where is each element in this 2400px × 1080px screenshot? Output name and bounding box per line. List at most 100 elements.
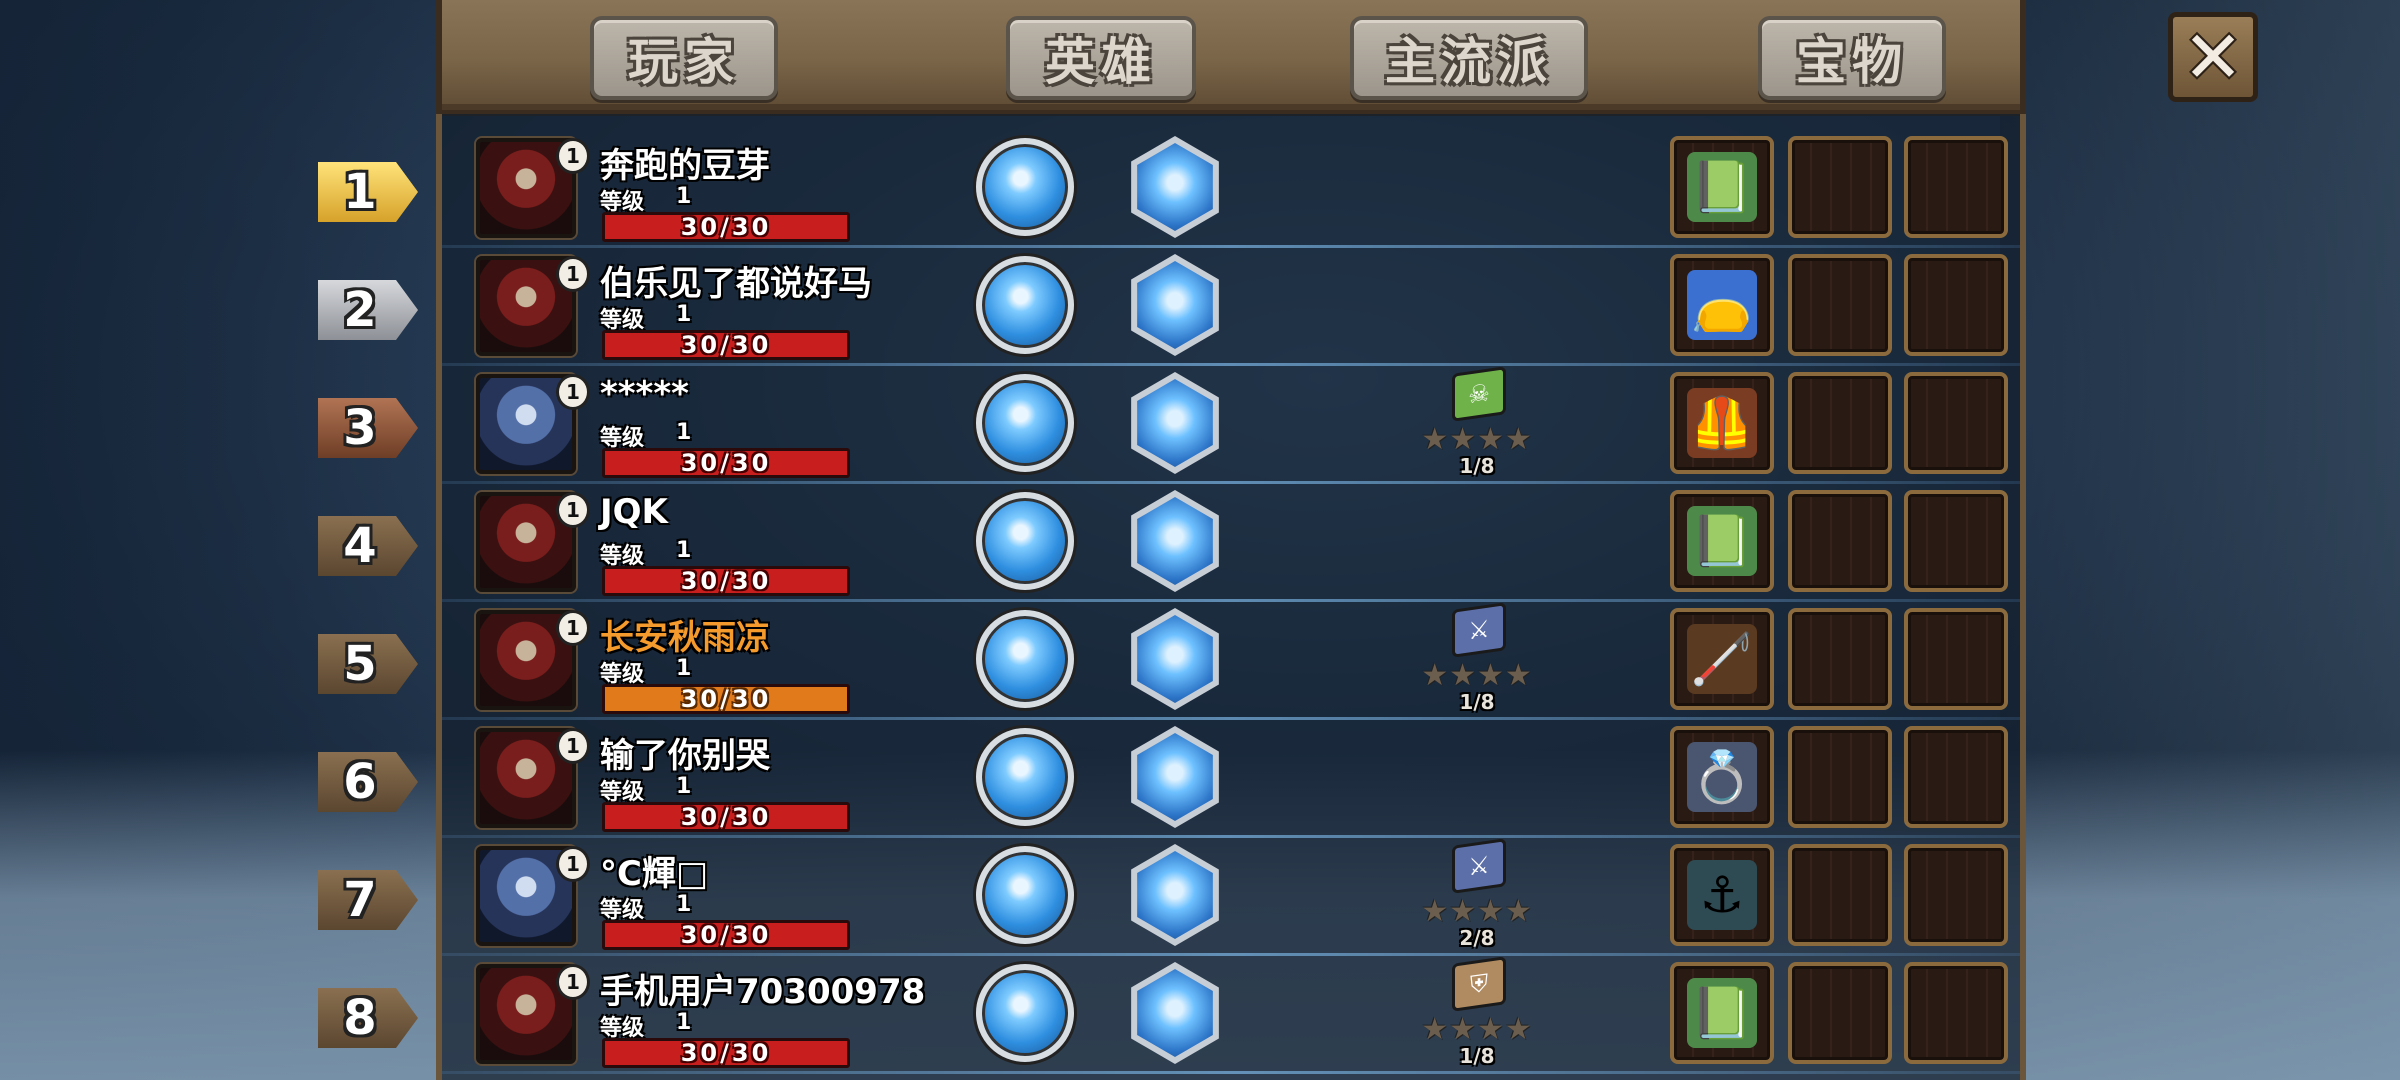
- treasure-slot-2[interactable]: [1788, 490, 1892, 592]
- hero-skill-orb-icon[interactable]: [976, 610, 1074, 708]
- player-name: 手机用户70300978: [600, 972, 926, 1012]
- player-row[interactable]: 2 1 伯乐见了都说好马 等级 1 30/30 👝: [318, 246, 2020, 366]
- treasure-slot-3[interactable]: [1904, 962, 2008, 1064]
- skull-book-icon: ☠: [1452, 366, 1506, 422]
- treasure-slot-3[interactable]: [1904, 136, 2008, 238]
- hero-skill-orb-icon[interactable]: [976, 728, 1074, 826]
- main-genre[interactable]: ⚔ ★★★★ 1/8: [1402, 602, 1552, 716]
- treasure-slot-1[interactable]: 🦯: [1670, 608, 1774, 710]
- player-row[interactable]: 7 1 °C輝□ 等级 1 30/30 ⚔ ★★★★ 2/8 ⚓: [318, 836, 2020, 956]
- genre-stars: ★★★★: [1421, 422, 1533, 457]
- hero-star-badge: 1: [556, 138, 590, 174]
- player-row[interactable]: 5 1 长安秋雨凉 等级 1 30/30 ⚔ ★★★★ 1/8 🦯: [318, 600, 2020, 720]
- genre-progress: 1/8: [1459, 454, 1495, 478]
- hero-skill-orb-icon[interactable]: [976, 964, 1074, 1062]
- treasure-slot-2[interactable]: [1788, 962, 1892, 1064]
- main-genre[interactable]: ☠ ★★★★ 1/8: [1402, 366, 1552, 480]
- hero-skill-hex-icon[interactable]: [1131, 136, 1219, 238]
- hp-bar: 30/30: [602, 802, 850, 832]
- player-name: *****: [600, 374, 689, 414]
- treasure-slot-2[interactable]: [1788, 372, 1892, 474]
- hero-skill-hex-icon[interactable]: [1131, 608, 1219, 710]
- treasure-slot-3[interactable]: [1904, 490, 2008, 592]
- sword-book-icon: ⚔: [1452, 602, 1506, 658]
- level-value: 1: [676, 1010, 692, 1035]
- hero-skill-orb-icon[interactable]: [976, 138, 1074, 236]
- treasure-slot-3[interactable]: [1904, 372, 2008, 474]
- level-value: 1: [676, 420, 692, 445]
- hero-star-badge: 1: [556, 492, 590, 528]
- player-name: JQK: [600, 492, 668, 532]
- hero-skill-orb-icon[interactable]: [976, 374, 1074, 472]
- leather-armor-icon: 🦺: [1687, 388, 1757, 458]
- player-name: °C輝□: [600, 854, 709, 894]
- treasure-slot-2[interactable]: [1788, 844, 1892, 946]
- hp-bar: 30/30: [602, 1038, 850, 1068]
- hero-star-badge: 1: [556, 610, 590, 646]
- hero-star-badge: 1: [556, 374, 590, 410]
- close-button[interactable]: ✕: [2168, 12, 2258, 102]
- hero-skill-hex-icon[interactable]: [1131, 844, 1219, 946]
- hero-skill-orb-icon[interactable]: [976, 846, 1074, 944]
- genre-stars: ★★★★: [1421, 658, 1533, 693]
- treasure-slot-2[interactable]: [1788, 136, 1892, 238]
- player-row[interactable]: 1 1 奔跑的豆芽 等级 1 30/30 📗: [318, 128, 2020, 248]
- green-book-icon: 📗: [1687, 152, 1757, 222]
- hero-skill-hex-icon[interactable]: [1131, 726, 1219, 828]
- treasure-slot-1[interactable]: 📗: [1670, 490, 1774, 592]
- treasure-slot-1[interactable]: 👝: [1670, 254, 1774, 356]
- treasure-slot-3[interactable]: [1904, 608, 2008, 710]
- blue-pouch-icon: 👝: [1687, 270, 1757, 340]
- main-genre[interactable]: ⚔ ★★★★ 2/8: [1402, 838, 1552, 952]
- hero-star-badge: 1: [556, 964, 590, 1000]
- hero-skill-hex-icon[interactable]: [1131, 962, 1219, 1064]
- green-book-icon: 📗: [1687, 506, 1757, 576]
- treasure-slot-2[interactable]: [1788, 608, 1892, 710]
- treasure-slot-3[interactable]: [1904, 844, 2008, 946]
- hero-star-badge: 1: [556, 728, 590, 764]
- player-row[interactable]: 8 1 手机用户70300978 等级 1 30/30 ⛨ ★★★★ 1/8 📗: [318, 954, 2020, 1074]
- hero-skill-hex-icon[interactable]: [1131, 372, 1219, 474]
- tab-player[interactable]: 玩家: [590, 16, 778, 100]
- player-row[interactable]: 3 1 ***** 等级 1 30/30 ☠ ★★★★ 1/8 🦺: [318, 364, 2020, 484]
- hp-bar: 30/30: [602, 920, 850, 950]
- player-row[interactable]: 4 1 JQK 等级 1 30/30 📗: [318, 482, 2020, 602]
- player-name: 长安秋雨凉: [600, 618, 770, 658]
- gem-ring-icon: 💍: [1687, 742, 1757, 812]
- level-value: 1: [676, 538, 692, 563]
- treasure-slot-1[interactable]: 🦺: [1670, 372, 1774, 474]
- level-value: 1: [676, 302, 692, 327]
- hero-star-badge: 1: [556, 846, 590, 882]
- treasure-slot-3[interactable]: [1904, 726, 2008, 828]
- player-name: 输了你别哭: [600, 736, 770, 776]
- treasure-slot-3[interactable]: [1904, 254, 2008, 356]
- treasure-slot-1[interactable]: 📗: [1670, 136, 1774, 238]
- hero-skill-orb-icon[interactable]: [976, 256, 1074, 354]
- hp-bar: 30/30: [602, 566, 850, 596]
- tab-hero[interactable]: 英雄: [1006, 16, 1196, 100]
- tab-main-genre[interactable]: 主流派: [1350, 16, 1588, 100]
- tab-treasure[interactable]: 宝物: [1758, 16, 1946, 100]
- shield-book-icon: ⛨: [1452, 956, 1506, 1012]
- genre-stars: ★★★★: [1421, 894, 1533, 929]
- treasure-slot-1[interactable]: ⚓: [1670, 844, 1774, 946]
- hp-bar: 30/30: [602, 212, 850, 242]
- anchor-icon: ⚓: [1687, 860, 1757, 930]
- genre-progress: 1/8: [1459, 690, 1495, 714]
- hero-skill-hex-icon[interactable]: [1131, 490, 1219, 592]
- treasure-slot-1[interactable]: 📗: [1670, 962, 1774, 1064]
- treasure-slot-2[interactable]: [1788, 254, 1892, 356]
- player-row[interactable]: 6 1 输了你别哭 等级 1 30/30 💍: [318, 718, 2020, 838]
- staff-icon: 🦯: [1687, 624, 1757, 694]
- treasure-slot-1[interactable]: 💍: [1670, 726, 1774, 828]
- main-genre[interactable]: ⛨ ★★★★ 1/8: [1402, 956, 1552, 1070]
- hp-bar: 30/30: [602, 448, 850, 478]
- close-icon: ✕: [2182, 15, 2244, 99]
- tab-bar: 玩家 英雄 主流派 宝物: [436, 0, 2026, 116]
- hero-skill-hex-icon[interactable]: [1131, 254, 1219, 356]
- level-value: 1: [676, 656, 692, 681]
- treasure-slot-2[interactable]: [1788, 726, 1892, 828]
- level-value: 1: [676, 184, 692, 209]
- hero-skill-orb-icon[interactable]: [976, 492, 1074, 590]
- hp-bar: 30/30: [602, 684, 850, 714]
